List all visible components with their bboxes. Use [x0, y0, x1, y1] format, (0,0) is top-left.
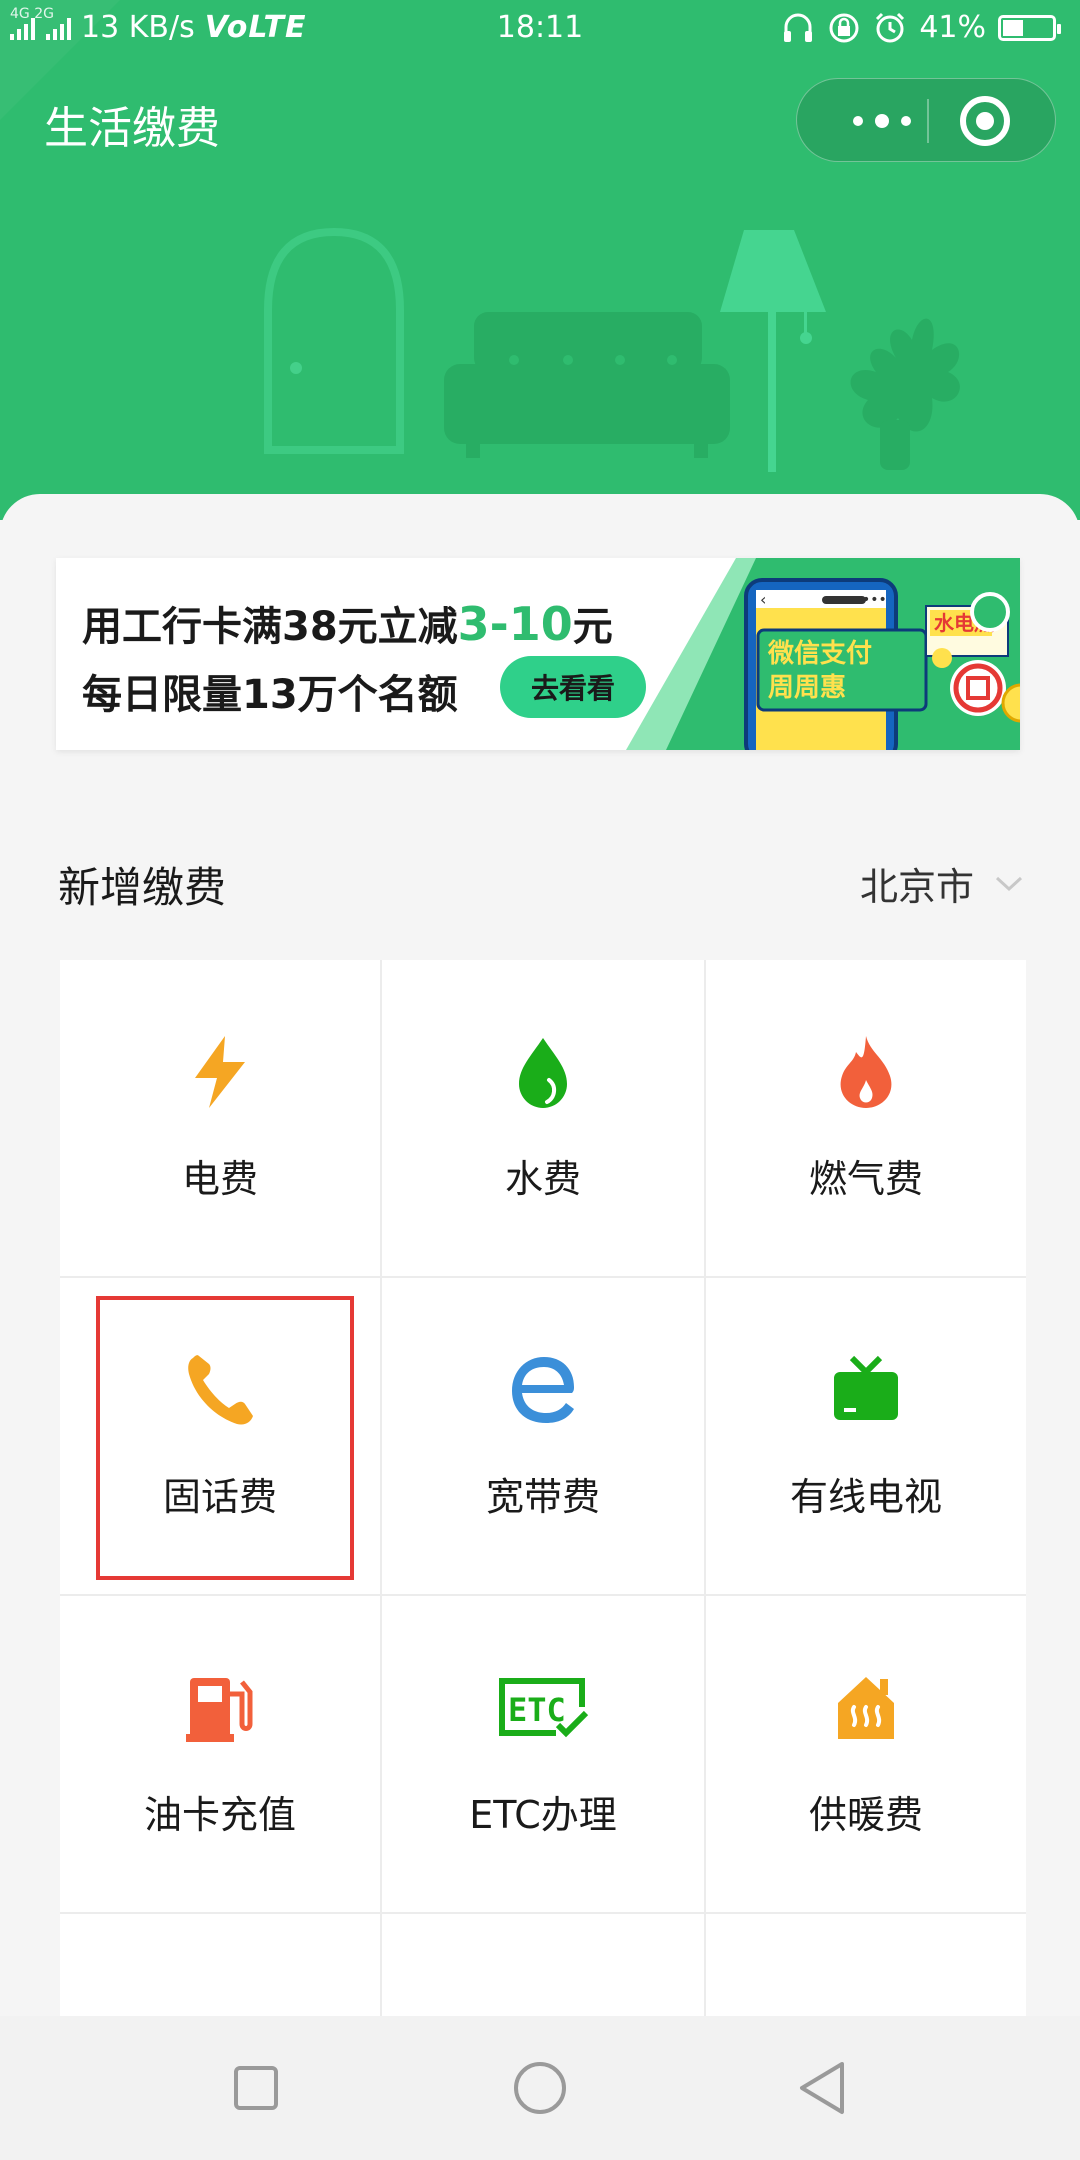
service-electricity[interactable]: 电费: [60, 960, 380, 1276]
heating-house-icon: [838, 1677, 894, 1739]
more-button[interactable]: [837, 101, 927, 141]
banner-cta-button[interactable]: 去看看: [500, 656, 646, 718]
tv-icon: [834, 1355, 898, 1420]
service-label: 宽带费: [485, 1475, 600, 1519]
header: 4G 2G 13 KB/s VoLTE 18:11 41% 生活缴费: [0, 0, 1080, 520]
page-title: 生活缴费: [44, 103, 220, 154]
banner-illustration: ‹ ••• 微信支付 周周惠 水电燃: [626, 558, 1020, 750]
main-content: 用工行卡满38元立减3-10元 每日限量13万个名额 去看看 ‹ ••• 微信支…: [0, 494, 1080, 2066]
svg-text:‹: ‹: [760, 590, 766, 609]
chevron-down-icon: [995, 876, 1023, 891]
system-navigation-bar: [0, 2016, 1080, 2160]
battery-percent: 41%: [919, 10, 986, 45]
service-fuel-card[interactable]: 油卡充值: [60, 1596, 380, 1912]
capsule-divider: [927, 99, 929, 143]
flame-icon: [840, 1036, 892, 1108]
banner-art-line2: 周周惠: [768, 673, 846, 703]
section-title: 新增缴费: [58, 863, 227, 912]
rotation-lock-icon: [829, 13, 859, 42]
water-drop-icon: [519, 1038, 567, 1108]
banner-headline-accent: 3-10: [457, 597, 573, 651]
status-bar: 4G 2G 13 KB/s VoLTE 18:11 41%: [0, 0, 1080, 56]
service-gas[interactable]: 燃气费: [706, 960, 1026, 1276]
service-label: 油卡充值: [143, 1793, 296, 1837]
alarm-icon: [876, 12, 905, 42]
battery-icon: [998, 14, 1061, 41]
banner-headline: 用工行卡满38元立减3-10元: [82, 594, 613, 652]
etc-icon: ETC: [499, 1678, 589, 1738]
city-selector[interactable]: 北京市: [860, 856, 1024, 911]
miniprogram-capsule: [796, 78, 1056, 162]
broadband-e-icon: [512, 1357, 574, 1423]
recent-apps-icon[interactable]: [224, 2056, 288, 2120]
phone-icon: [188, 1355, 253, 1425]
lightning-icon: [195, 1036, 245, 1108]
svg-text:ETC: ETC: [508, 1691, 566, 1729]
home-circle-icon[interactable]: [508, 2056, 572, 2120]
service-landline[interactable]: 固话费: [60, 1278, 380, 1594]
service-label: 电费: [181, 1157, 258, 1201]
more-dot-icon: [901, 116, 911, 126]
more-dot-icon: [875, 114, 889, 128]
banner-headline-prefix: 用工行卡满38元立减: [82, 604, 458, 650]
service-water[interactable]: 水费: [382, 960, 704, 1276]
service-label: 供暖费: [808, 1793, 923, 1837]
service-label: 水费: [504, 1157, 581, 1201]
battery-fill: [1003, 19, 1023, 36]
banner-headline-suffix: 元: [572, 604, 613, 650]
service-label: 有线电视: [789, 1475, 942, 1519]
service-heating[interactable]: 供暖费: [706, 1596, 1026, 1912]
promo-banner[interactable]: 用工行卡满38元立减3-10元 每日限量13万个名额 去看看 ‹ ••• 微信支…: [56, 558, 1020, 750]
banner-subline: 每日限量13万个名额: [82, 672, 458, 718]
close-target-icon[interactable]: [959, 95, 1011, 147]
service-etc[interactable]: ETC ETC办理: [382, 1596, 704, 1912]
fuel-pump-icon: [186, 1678, 253, 1742]
service-label: 燃气费: [808, 1157, 923, 1201]
more-dot-icon: [853, 116, 863, 126]
service-broadband[interactable]: 宽带费: [382, 1278, 704, 1594]
headphones-icon: [784, 13, 813, 42]
service-cable-tv[interactable]: 有线电视: [706, 1278, 1026, 1594]
back-triangle-icon[interactable]: [792, 2056, 856, 2120]
banner-art-line1: 微信支付: [767, 638, 872, 669]
service-label: 固话费: [162, 1475, 277, 1519]
city-label: 北京市: [859, 865, 974, 909]
service-label: ETC办理: [469, 1793, 617, 1837]
service-grid: 电费 水费 燃气费 固话费 宽带费 有线电视 油卡充值 ETC ETC办理 供暖…: [60, 960, 1026, 2064]
